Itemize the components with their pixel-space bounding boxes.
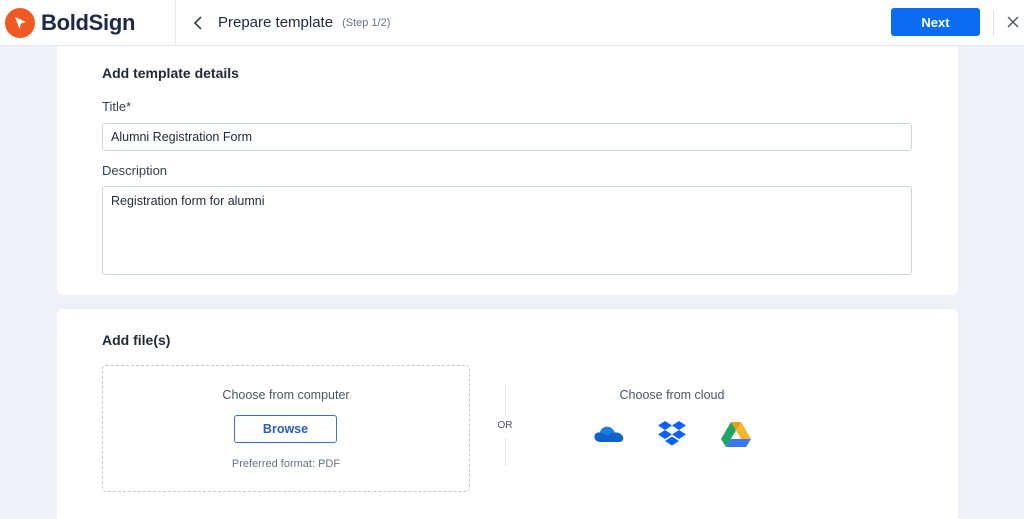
top-bar: BoldSign Prepare template (Step 1/2) Nex… [0,0,1024,46]
back-button[interactable] [190,13,206,33]
choose-from-computer-label: Choose from computer [222,388,350,402]
google-drive-button[interactable] [719,419,753,449]
add-files-card: Add file(s) Choose from computer Browse … [57,309,958,519]
title-label: Title* [102,99,132,114]
close-icon [1007,16,1019,28]
next-button[interactable]: Next [891,8,980,36]
page-scrollbar[interactable] [1018,46,1024,519]
or-divider-bottom [505,438,506,466]
file-drop-zone[interactable]: Choose from computer Browse Preferred fo… [102,365,470,492]
dropbox-button[interactable] [655,419,689,449]
google-drive-icon [721,422,751,447]
preferred-format-hint: Preferred format: PDF [231,458,341,470]
add-files-heading: Add file(s) [102,332,171,348]
page-title: Prepare template [218,14,334,31]
close-button[interactable] [1004,13,1022,31]
template-details-card: Add template details Title* Description … [57,46,958,295]
title-input[interactable] [102,123,912,151]
chevron-left-icon [193,15,202,30]
or-label: OR [497,420,513,431]
description-textarea[interactable]: Registration form for alumni [102,186,912,275]
header-divider [993,10,994,36]
boldsign-logo-icon [5,7,35,38]
brand-name: BoldSign [41,9,136,35]
brand[interactable]: BoldSign [0,0,176,46]
onedrive-button[interactable] [592,419,626,449]
or-divider-top [505,385,506,415]
description-label: Description [102,163,168,178]
dropbox-icon [658,421,686,446]
choose-from-cloud-label: Choose from cloud [619,388,725,402]
browse-button[interactable]: Browse [234,415,337,443]
template-details-heading: Add template details [102,65,239,81]
step-indicator: (Step 1/2) [342,16,391,29]
onedrive-icon [594,426,624,442]
